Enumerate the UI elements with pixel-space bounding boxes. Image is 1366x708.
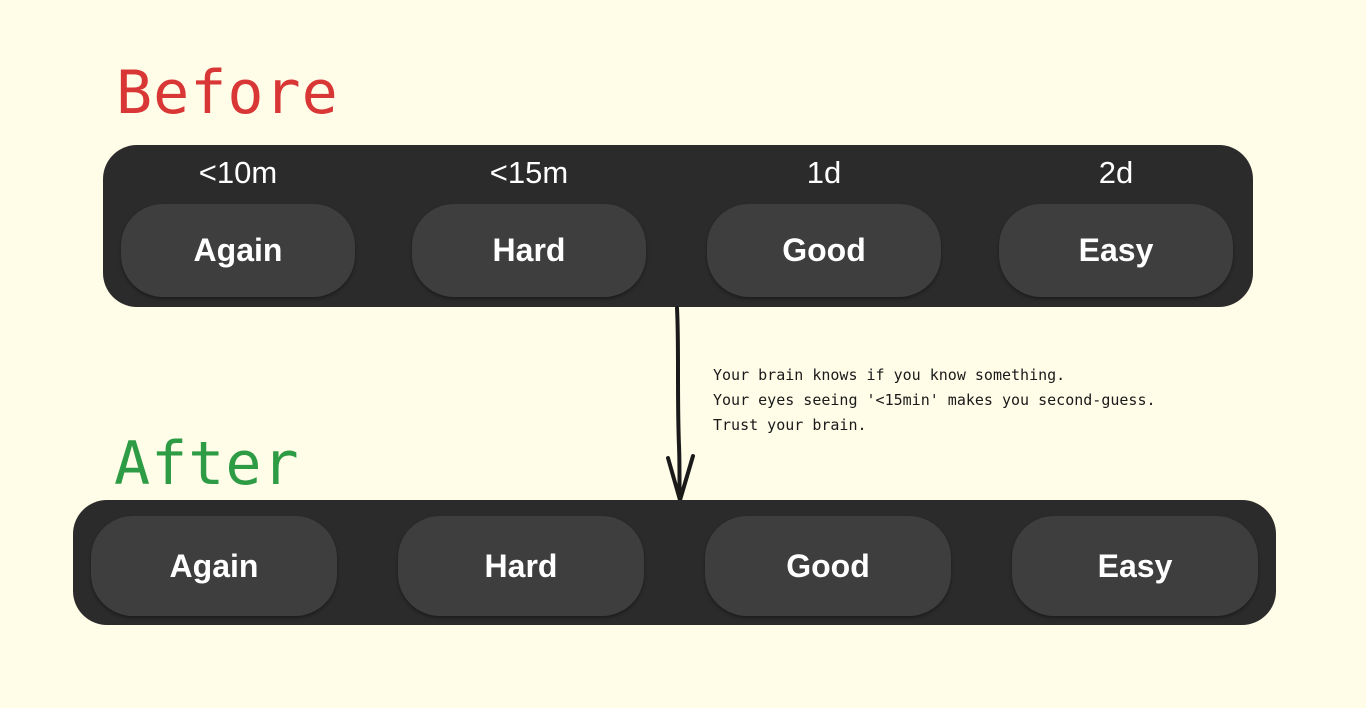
good-button[interactable]: Good: [707, 204, 941, 297]
after-heading: After: [114, 429, 300, 499]
good-interval-label: 1d: [806, 155, 842, 190]
easy-button[interactable]: Easy: [999, 204, 1233, 297]
caption-line: Trust your brain.: [713, 416, 867, 434]
easy-button[interactable]: Easy: [1012, 516, 1258, 616]
again-button[interactable]: Again: [91, 516, 337, 616]
after-answer-bar: Again Hard Good Easy: [73, 500, 1276, 625]
before-answer-bar: <10m <15m 1d 2d Again Hard Good Easy: [103, 145, 1253, 307]
caption-line: Your eyes seeing '<15min' makes you seco…: [713, 391, 1156, 409]
easy-interval-label: 2d: [1098, 155, 1134, 190]
before-heading: Before: [116, 58, 339, 128]
hard-interval-label: <15m: [489, 155, 569, 190]
hard-button[interactable]: Hard: [398, 516, 644, 616]
good-button[interactable]: Good: [705, 516, 951, 616]
down-arrow-icon: [666, 306, 695, 502]
caption-text: Your brain knows if you know something. …: [713, 363, 1156, 438]
again-button[interactable]: Again: [121, 204, 355, 297]
again-interval-label: <10m: [198, 155, 278, 190]
caption-line: Your brain knows if you know something.: [713, 366, 1066, 384]
hard-button[interactable]: Hard: [412, 204, 646, 297]
